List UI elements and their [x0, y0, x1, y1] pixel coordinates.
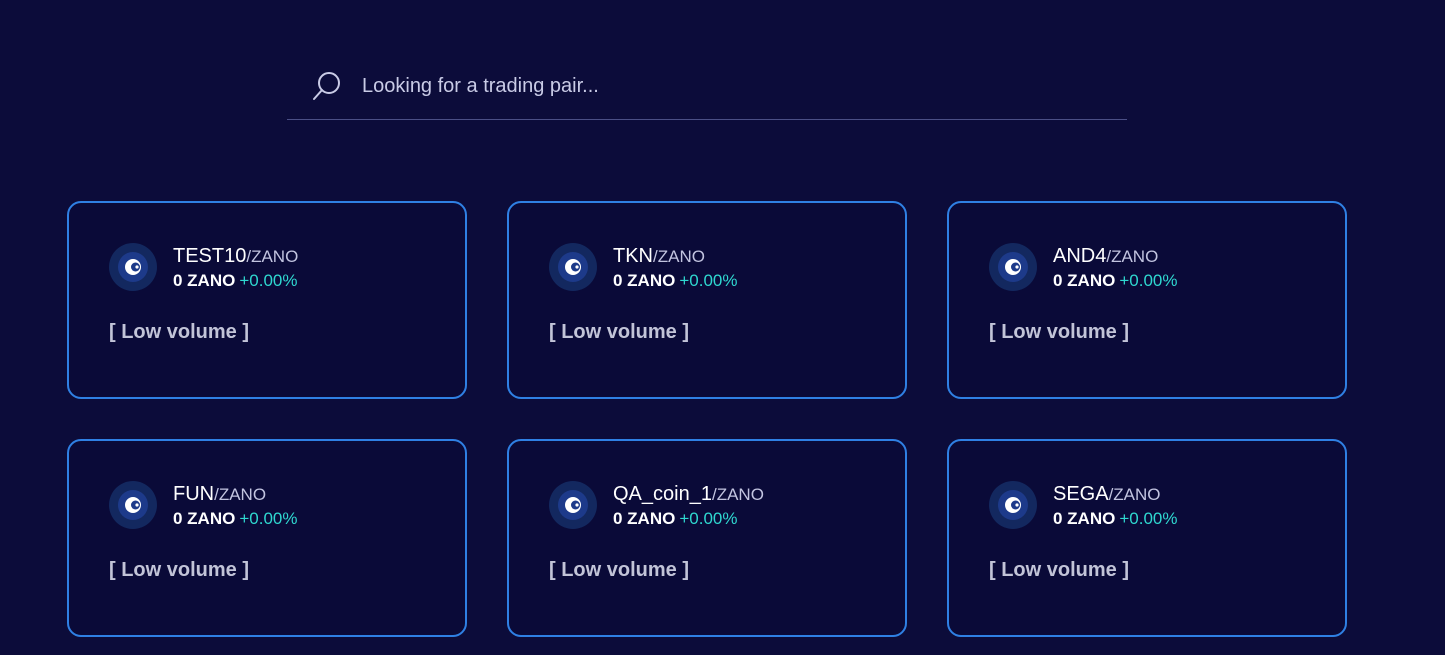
- pair-card-sega[interactable]: SEGA/ZANO 0 ZANO +0.00% [ Low volume ]: [947, 439, 1347, 637]
- price-change: +0.00%: [1119, 271, 1178, 290]
- price-line: 0 ZANO +0.00%: [613, 271, 737, 291]
- pair-name: SEGA/ZANO: [1053, 483, 1161, 506]
- pair-name: TEST10/ZANO: [173, 245, 298, 268]
- base-asset: TKN: [613, 245, 653, 267]
- quote-asset: /ZANO: [1108, 485, 1161, 504]
- volume-label: [ Low volume ]: [989, 321, 1129, 343]
- pair-card-tkn[interactable]: TKN/ZANO 0 ZANO +0.00% [ Low volume ]: [507, 201, 907, 399]
- pair-name: FUN/ZANO: [173, 483, 266, 506]
- volume-label: [ Low volume ]: [549, 321, 689, 343]
- price: 0 ZANO: [613, 271, 676, 290]
- quote-asset: /ZANO: [214, 485, 267, 504]
- price-change: +0.00%: [679, 271, 738, 290]
- volume-label: [ Low volume ]: [549, 559, 689, 581]
- pair-name: QA_coin_1/ZANO: [613, 483, 764, 506]
- base-asset: AND4: [1053, 245, 1107, 267]
- zano-coin-icon: [109, 481, 157, 529]
- zano-coin-icon: [989, 481, 1037, 529]
- price-change: +0.00%: [1119, 509, 1178, 528]
- price-line: 0 ZANO +0.00%: [613, 509, 737, 529]
- zano-coin-icon: [549, 243, 597, 291]
- pair-card-fun[interactable]: FUN/ZANO 0 ZANO +0.00% [ Low volume ]: [67, 439, 467, 637]
- price-line: 0 ZANO +0.00%: [173, 271, 297, 291]
- quote-asset: /ZANO: [711, 485, 764, 504]
- pair-card-qa-coin-1[interactable]: QA_coin_1/ZANO 0 ZANO +0.00% [ Low volume…: [507, 439, 907, 637]
- zano-coin-icon: [109, 243, 157, 291]
- base-asset: TEST10: [173, 245, 247, 267]
- price: 0 ZANO: [173, 509, 236, 528]
- volume-label: [ Low volume ]: [989, 559, 1129, 581]
- base-asset: FUN: [173, 483, 215, 505]
- price-change: +0.00%: [239, 271, 298, 290]
- quote-asset: /ZANO: [653, 247, 705, 266]
- volume-label: [ Low volume ]: [109, 559, 249, 581]
- price-line: 0 ZANO +0.00%: [1053, 271, 1177, 291]
- price-line: 0 ZANO +0.00%: [173, 509, 297, 529]
- trading-pairs-grid: TEST10/ZANO 0 ZANO +0.00% [ Low volume ] …: [67, 201, 1347, 637]
- search-input[interactable]: [362, 70, 1102, 102]
- base-asset: SEGA: [1053, 483, 1109, 505]
- base-asset: QA_coin_1: [613, 483, 712, 505]
- price-change: +0.00%: [239, 509, 298, 528]
- pair-name: TKN/ZANO: [613, 245, 705, 268]
- pair-card-and4[interactable]: AND4/ZANO 0 ZANO +0.00% [ Low volume ]: [947, 201, 1347, 399]
- price: 0 ZANO: [1053, 509, 1116, 528]
- zano-coin-icon: [989, 243, 1037, 291]
- price: 0 ZANO: [1053, 271, 1116, 290]
- zano-coin-icon: [549, 481, 597, 529]
- pair-card-test10[interactable]: TEST10/ZANO 0 ZANO +0.00% [ Low volume ]: [67, 201, 467, 399]
- pair-name: AND4/ZANO: [1053, 245, 1158, 268]
- volume-label: [ Low volume ]: [109, 321, 249, 343]
- price-line: 0 ZANO +0.00%: [1053, 509, 1177, 529]
- price: 0 ZANO: [613, 509, 676, 528]
- quote-asset: /ZANO: [1106, 247, 1159, 266]
- quote-asset: /ZANO: [246, 247, 299, 266]
- price: 0 ZANO: [173, 271, 236, 290]
- price-change: +0.00%: [679, 509, 738, 528]
- search-bar: [287, 60, 1127, 120]
- search-icon[interactable]: [311, 70, 343, 102]
